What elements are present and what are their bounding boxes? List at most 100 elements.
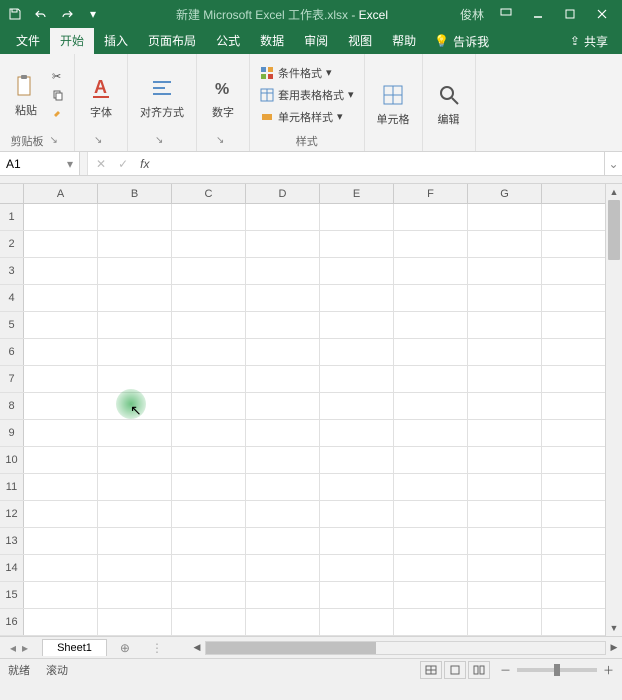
cell[interactable] bbox=[24, 204, 98, 230]
cell[interactable] bbox=[24, 420, 98, 446]
cell[interactable] bbox=[320, 258, 394, 284]
cell[interactable] bbox=[394, 555, 468, 581]
cell[interactable] bbox=[394, 528, 468, 554]
cell[interactable] bbox=[246, 312, 320, 338]
cell[interactable] bbox=[468, 393, 542, 419]
cell[interactable] bbox=[320, 609, 394, 635]
row-header[interactable]: 9 bbox=[0, 420, 24, 446]
cell[interactable] bbox=[246, 204, 320, 230]
cell[interactable] bbox=[468, 528, 542, 554]
tab-insert[interactable]: 插入 bbox=[94, 28, 138, 54]
cell[interactable] bbox=[468, 285, 542, 311]
cell[interactable] bbox=[394, 447, 468, 473]
cell[interactable] bbox=[98, 339, 172, 365]
table-format-button[interactable]: 套用表格格式 ▾ bbox=[258, 86, 356, 104]
cell[interactable] bbox=[246, 339, 320, 365]
cell[interactable] bbox=[394, 366, 468, 392]
cell[interactable] bbox=[394, 204, 468, 230]
cell[interactable] bbox=[468, 258, 542, 284]
vertical-scrollbar[interactable]: ▲ ▼ bbox=[605, 184, 622, 636]
cancel-formula-icon[interactable]: ✕ bbox=[96, 157, 106, 171]
cell[interactable] bbox=[468, 501, 542, 527]
cell[interactable] bbox=[98, 609, 172, 635]
cell[interactable] bbox=[394, 420, 468, 446]
cell[interactable] bbox=[246, 447, 320, 473]
row-header[interactable]: 13 bbox=[0, 528, 24, 554]
row-header[interactable]: 10 bbox=[0, 447, 24, 473]
cell[interactable] bbox=[24, 393, 98, 419]
vscroll-thumb[interactable] bbox=[608, 200, 620, 260]
cell[interactable] bbox=[468, 312, 542, 338]
tellme-button[interactable]: 💡 告诉我 bbox=[426, 33, 497, 50]
cell[interactable] bbox=[172, 447, 246, 473]
col-header[interactable]: E bbox=[320, 184, 394, 203]
sheet-tab-1[interactable]: Sheet1 bbox=[42, 639, 107, 656]
tab-layout[interactable]: 页面布局 bbox=[138, 28, 206, 54]
row-header[interactable]: 16 bbox=[0, 609, 24, 635]
cell[interactable] bbox=[24, 582, 98, 608]
cell[interactable] bbox=[172, 420, 246, 446]
cell[interactable] bbox=[98, 474, 172, 500]
cell[interactable] bbox=[98, 231, 172, 257]
hscroll-thumb[interactable] bbox=[206, 642, 376, 654]
cell[interactable] bbox=[320, 474, 394, 500]
cell[interactable] bbox=[468, 474, 542, 500]
cell[interactable] bbox=[468, 231, 542, 257]
cell[interactable] bbox=[394, 501, 468, 527]
cell[interactable] bbox=[24, 447, 98, 473]
col-header[interactable]: D bbox=[246, 184, 320, 203]
formula-input[interactable] bbox=[157, 152, 604, 175]
cell[interactable] bbox=[468, 204, 542, 230]
sheet-nav-next-icon[interactable]: ▸ bbox=[22, 641, 28, 655]
cell[interactable] bbox=[24, 474, 98, 500]
cell[interactable] bbox=[246, 393, 320, 419]
cell[interactable] bbox=[468, 447, 542, 473]
cell[interactable] bbox=[98, 204, 172, 230]
zoom-out-icon[interactable]: － bbox=[500, 662, 511, 678]
cell[interactable] bbox=[98, 555, 172, 581]
scroll-down-icon[interactable]: ▼ bbox=[606, 620, 622, 636]
cell[interactable] bbox=[24, 312, 98, 338]
undo-icon[interactable] bbox=[30, 3, 52, 25]
tab-home[interactable]: 开始 bbox=[50, 28, 94, 54]
save-icon[interactable] bbox=[4, 3, 26, 25]
cells-button[interactable]: 单元格 bbox=[373, 79, 414, 129]
cell[interactable] bbox=[172, 582, 246, 608]
cell[interactable] bbox=[394, 393, 468, 419]
cell[interactable] bbox=[468, 582, 542, 608]
editing-button[interactable]: 编辑 bbox=[431, 79, 467, 129]
cell[interactable] bbox=[98, 528, 172, 554]
cell[interactable] bbox=[24, 555, 98, 581]
number-button[interactable]: % 数字 bbox=[205, 72, 241, 122]
cell[interactable] bbox=[98, 285, 172, 311]
paste-button[interactable]: 粘贴 bbox=[8, 70, 44, 120]
horizontal-scrollbar[interactable]: ◀ ▶ bbox=[189, 641, 622, 655]
scroll-up-icon[interactable]: ▲ bbox=[606, 184, 622, 200]
cell[interactable] bbox=[172, 204, 246, 230]
cell[interactable] bbox=[394, 339, 468, 365]
cell[interactable] bbox=[320, 285, 394, 311]
alignment-button[interactable]: 对齐方式 bbox=[136, 72, 188, 122]
cell[interactable] bbox=[394, 474, 468, 500]
cell[interactable] bbox=[246, 420, 320, 446]
cell[interactable] bbox=[98, 312, 172, 338]
formula-expand-icon[interactable]: ⌄ bbox=[604, 152, 622, 175]
cell[interactable] bbox=[172, 312, 246, 338]
copy-button[interactable] bbox=[50, 88, 66, 102]
number-launcher-icon[interactable]: ↘ bbox=[216, 135, 230, 149]
cell[interactable] bbox=[246, 555, 320, 581]
cell[interactable] bbox=[172, 258, 246, 284]
row-header[interactable]: 4 bbox=[0, 285, 24, 311]
add-sheet-button[interactable]: ⊕ bbox=[113, 641, 137, 655]
close-icon[interactable] bbox=[586, 3, 618, 25]
cell[interactable] bbox=[24, 609, 98, 635]
cell[interactable] bbox=[320, 420, 394, 446]
cell[interactable] bbox=[320, 555, 394, 581]
cell[interactable] bbox=[320, 312, 394, 338]
tab-file[interactable]: 文件 bbox=[6, 28, 50, 54]
cell[interactable] bbox=[320, 447, 394, 473]
cell[interactable] bbox=[172, 555, 246, 581]
cell[interactable] bbox=[320, 393, 394, 419]
row-header[interactable]: 8 bbox=[0, 393, 24, 419]
cell[interactable] bbox=[394, 258, 468, 284]
